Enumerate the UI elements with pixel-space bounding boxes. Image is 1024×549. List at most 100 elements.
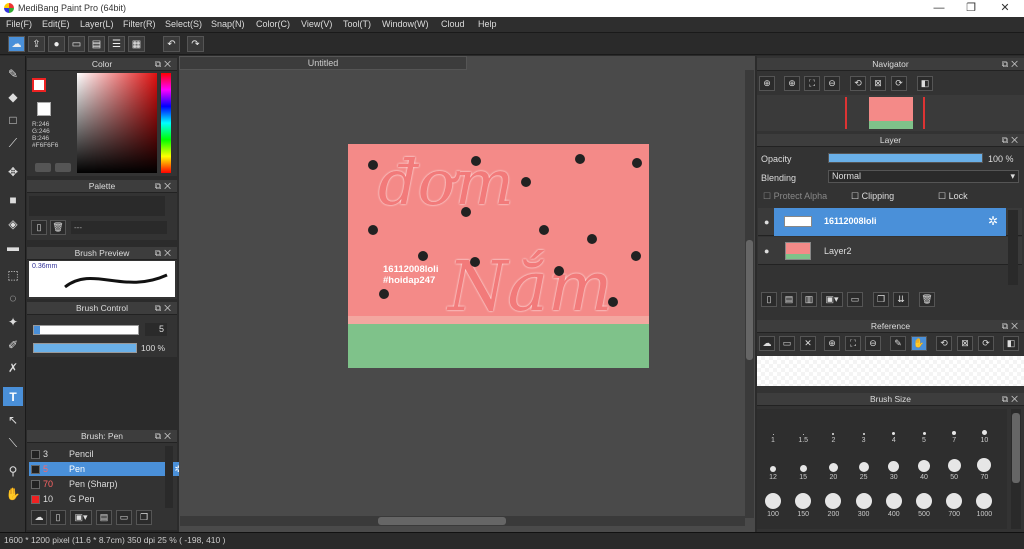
brush-opacity-slider[interactable] [33,343,137,353]
panel-controls-icon[interactable]: ⧉✕ [1002,134,1021,147]
share-icon[interactable]: ⇪ [28,36,45,52]
menu-window[interactable]: Window(W) [382,19,429,29]
brush-item-pencil[interactable]: 3 Pencil [29,447,185,461]
menu-snap[interactable]: Snap(N) [211,19,245,29]
flip-icon[interactable]: ◧ [1003,336,1019,351]
zoom-in-2-icon[interactable]: ⊕ [784,76,800,91]
new-layer-2-icon[interactable]: ▤ [781,292,797,307]
brush-size-150[interactable]: 150 [788,485,818,518]
flip-icon[interactable]: ◧ [917,76,933,91]
brush-cloud-icon[interactable]: ☁ [31,510,47,525]
brush-size-20[interactable]: 20 [818,448,848,481]
menu-color[interactable]: Color(C) [256,19,290,29]
divide-tool-icon[interactable]: ⟍ [3,434,23,453]
brush-size-4[interactable]: 4 [879,411,909,444]
rectangle-fill-icon[interactable]: ■ [3,190,23,209]
comment-icon[interactable]: ● [48,36,65,52]
close-icon[interactable]: ✕ [800,336,816,351]
brush-size-1[interactable]: 1 [758,411,788,444]
panel-controls-icon[interactable]: ⧉✕ [155,430,174,443]
hue-slider[interactable] [161,73,171,173]
horizontal-scrollbar[interactable] [180,516,745,526]
brush-size-7[interactable]: 7 [939,411,969,444]
layer-scrollbar[interactable] [1008,210,1018,285]
brush-size-5[interactable]: 5 [909,411,939,444]
reference-canvas[interactable] [757,356,1024,386]
bucket-tool-icon[interactable]: ◈ [3,214,23,233]
fit-icon[interactable]: ⛶ [804,76,820,91]
menu-file[interactable]: File(F) [6,19,32,29]
curve-tool-icon[interactable]: ⟋ [3,134,23,153]
menu-select[interactable]: Select(S) [165,19,202,29]
trash-icon[interactable]: 🗑 [919,292,935,307]
brush-size-500[interactable]: 500 [909,485,939,518]
eye-icon[interactable]: ● [764,246,769,256]
gradient-tool-icon[interactable]: ▬ [3,237,23,256]
lasso-tool-icon[interactable]: ◌ [3,288,23,307]
menu-help[interactable]: Help [478,19,497,29]
panel-controls-icon[interactable]: ⧉✕ [155,247,174,260]
rotate-left-icon[interactable]: ⟲ [850,76,866,91]
artwork-canvas[interactable]: đơm Nắm 16112008loli #hoidap247 [348,144,649,368]
clipping-checkbox[interactable]: ☐ Clipping [851,191,894,202]
magic-wand-icon[interactable]: ✦ [3,312,23,331]
protect-alpha-checkbox[interactable]: ☐ Protect Alpha [763,191,827,202]
new-layer-icon[interactable]: ▯ [761,292,777,307]
text-tool-icon[interactable]: T [3,387,23,406]
document-icon[interactable]: ▤ [88,36,105,52]
undo-icon[interactable]: ↶ [163,36,180,52]
panel-controls-icon[interactable]: ⧉✕ [1002,58,1021,71]
cloud-icon[interactable]: ☁ [759,336,775,351]
panel-controls-icon[interactable]: ⧉✕ [155,302,174,315]
brush-size-70[interactable]: 70 [969,448,999,481]
menu-tool[interactable]: Tool(T) [343,19,371,29]
brush-tool-icon[interactable]: ✎ [3,64,23,83]
reset-icon[interactable]: ⊠ [957,336,973,351]
hand-tool-icon[interactable]: ✋ [3,484,23,503]
brush-size-15[interactable]: 15 [788,448,818,481]
merge-icon[interactable]: ⇊ [893,292,909,307]
panel-controls-icon[interactable]: ⧉✕ [155,58,174,71]
brush-size-1000[interactable]: 1000 [969,485,999,518]
brush-size-300[interactable]: 300 [849,485,879,518]
close-button[interactable]: ✕ [990,1,1020,15]
menu-cloud[interactable]: Cloud [441,19,465,29]
color-mode-button[interactable] [35,163,51,172]
brush-size-400[interactable]: 400 [879,485,909,518]
zoom-out-icon[interactable]: ⊖ [865,336,881,351]
brush-settings-icon[interactable]: ▤ [96,510,112,525]
new-brush-icon[interactable]: ▯ [50,510,66,525]
select-pen-icon[interactable]: ✐ [3,335,23,354]
brush-size-30[interactable]: 30 [879,448,909,481]
select-eraser-icon[interactable]: ✗ [3,358,23,377]
fit-icon[interactable]: ⛶ [845,336,861,351]
document-tab[interactable]: Untitled [179,56,467,70]
add-brush-icon[interactable]: ▣▾ [70,510,92,525]
color-mode-button-2[interactable] [55,163,71,172]
brush-size-40[interactable]: 40 [909,448,939,481]
eraser-tool-icon[interactable]: ◆ [3,87,23,106]
folder-icon[interactable]: ▭ [847,292,863,307]
navigator-preview[interactable] [757,95,1024,131]
brush-size-700[interactable]: 700 [939,485,969,518]
foreground-color-swatch[interactable] [32,78,46,92]
eyedropper-tool-icon[interactable]: ⚲ [3,461,23,480]
new-palette-icon[interactable]: ▯ [31,220,47,235]
lock-checkbox[interactable]: ☐ Lock [938,191,968,202]
zoom-in-icon[interactable]: ⊕ [824,336,840,351]
layer-row-2[interactable]: ● Layer2 [758,237,1022,265]
brush-size-scrollbar[interactable] [1011,409,1021,529]
gear-icon[interactable]: ✲ [988,214,998,228]
panel-controls-icon[interactable]: ⧉✕ [1002,393,1021,406]
brush-size-200[interactable]: 200 [818,485,848,518]
panel-controls-icon[interactable]: ⧉✕ [155,180,174,193]
folder-icon[interactable]: ▭ [116,510,132,525]
brush-size-value[interactable]: 5 [145,323,167,336]
maximize-button[interactable]: ❐ [956,1,986,15]
brush-size-12[interactable]: 12 [758,448,788,481]
redo-icon[interactable]: ↷ [187,36,204,52]
brush-size-100[interactable]: 100 [758,485,788,518]
brush-size-50[interactable]: 50 [939,448,969,481]
zoom-in-icon[interactable]: ⊕ [759,76,775,91]
brush-size-10[interactable]: 10 [969,411,999,444]
